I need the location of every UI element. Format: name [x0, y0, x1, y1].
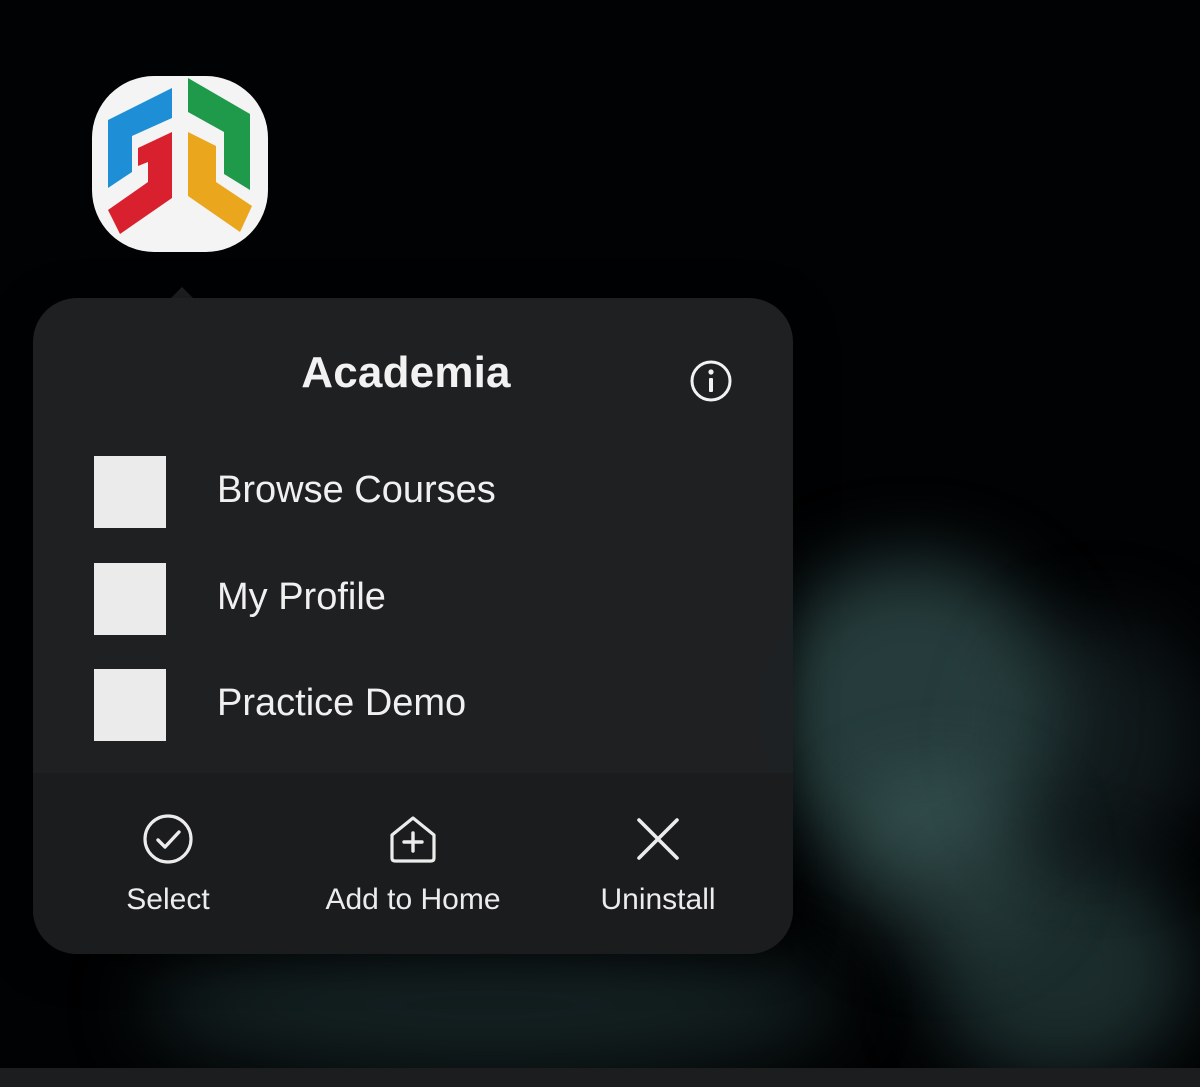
shortcut-placeholder-icon [94, 563, 166, 635]
action-bar: Select Add to Home Uninstall [33, 773, 793, 954]
shortcut-label: Practice Demo [217, 682, 467, 724]
wallpaper-blur [930, 860, 1190, 1080]
info-icon[interactable] [688, 358, 734, 404]
shortcut-my-profile[interactable]: My Profile [33, 549, 793, 649]
shortcut-label: Browse Courses [217, 469, 496, 511]
wallpaper-blur [840, 780, 1040, 940]
check-circle-icon [140, 811, 196, 867]
shortcut-placeholder-icon [94, 669, 166, 741]
shortcut-placeholder-icon [94, 456, 166, 528]
shortcut-practice-demo[interactable]: Practice Demo [33, 655, 793, 755]
uninstall-button[interactable]: Uninstall [573, 773, 743, 954]
home-screen: Academia Browse Courses My Profile Pract… [0, 0, 1200, 1087]
app-shortcut-menu: Academia Browse Courses My Profile Pract… [33, 298, 793, 954]
add-to-home-button[interactable]: Add to Home [303, 773, 523, 954]
wallpaper-blur [1000, 620, 1200, 860]
wallpaper-blur [760, 560, 1060, 860]
academia-logo-icon[interactable] [90, 74, 270, 254]
add-to-home-label: Add to Home [325, 883, 501, 916]
shortcut-label: My Profile [217, 576, 386, 618]
navigation-bar [0, 1068, 1200, 1087]
select-button[interactable]: Select [83, 773, 253, 954]
shortcut-browse-courses[interactable]: Browse Courses [33, 442, 793, 542]
uninstall-label: Uninstall [600, 883, 716, 916]
menu-title: Academia [301, 348, 511, 397]
close-icon [630, 811, 686, 867]
select-label: Select [126, 883, 210, 916]
add-home-icon [385, 811, 441, 867]
